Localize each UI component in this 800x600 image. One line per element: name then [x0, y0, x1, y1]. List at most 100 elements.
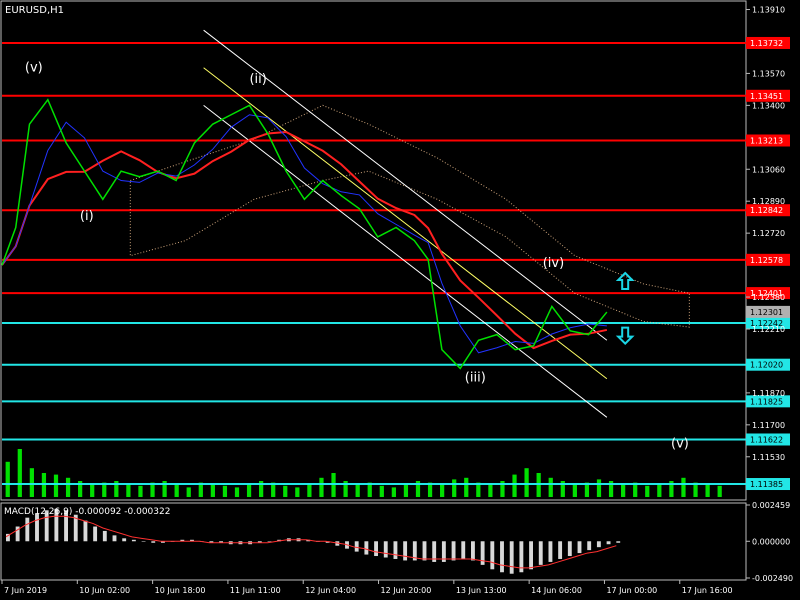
volume-bar [681, 477, 686, 497]
volume-bar [186, 487, 191, 497]
price-tick-label: 1.11700 [752, 421, 785, 430]
resistance-price-label: 1.13213 [750, 137, 783, 146]
macd-histogram-bar [577, 541, 582, 554]
volume-bar [488, 484, 493, 497]
resistance-price-label: 1.13732 [750, 39, 783, 48]
macd-histogram-bar [500, 541, 504, 573]
volume-bar [403, 484, 409, 497]
time-tick-label: 12 Jun 04:00 [305, 586, 356, 595]
macd-histogram-bar [141, 541, 146, 542]
price-tick-label: 1.12890 [752, 197, 785, 206]
volume-bar [464, 477, 469, 497]
macd-histogram-bar [83, 520, 88, 542]
volume-bar [295, 487, 300, 497]
price-tick-label: 1.11870 [752, 389, 785, 398]
volume-bar [379, 485, 384, 497]
macd-histogram-bar [538, 541, 543, 565]
macd-histogram-bar [93, 526, 98, 542]
volume-bar [319, 477, 324, 497]
macd-tick-label: 0.002459 [752, 501, 790, 510]
resistance-price-label: 1.13451 [750, 92, 783, 101]
macd-histogram-bar [35, 513, 39, 542]
volume-bar [705, 484, 710, 497]
price-tick-label: 1.13060 [752, 165, 785, 174]
volume-bar [65, 477, 71, 497]
macd-histogram-bar [616, 541, 621, 543]
macd-histogram-bar [451, 541, 456, 561]
time-tick-label: 11 Jun 11:00 [230, 586, 281, 595]
macd-histogram-bar [558, 541, 563, 559]
volume-bar [222, 485, 228, 497]
macd-label: MACD(12,26,9) -0.000092 -0.000322 [4, 507, 170, 517]
volume-bar [234, 487, 240, 497]
wave-label: (iii) [465, 371, 486, 386]
macd-histogram-bar [383, 541, 388, 558]
time-tick-label: 12 Jun 20:00 [381, 586, 432, 595]
macd-histogram-bar [102, 530, 107, 542]
volume-bar [283, 485, 288, 497]
macd-histogram-bar [112, 535, 117, 542]
support-price-label: 1.12020 [750, 361, 783, 370]
volume-bar [512, 474, 517, 497]
macd-histogram-bar [151, 541, 156, 543]
volume-bar [174, 484, 179, 497]
price-tick-label: 1.12210 [752, 325, 785, 334]
macd-histogram-bar [471, 541, 475, 561]
wave-label: (v) [671, 436, 689, 451]
time-tick-label: 10 Jun 18:00 [155, 586, 206, 595]
support-price-label: 1.11622 [750, 435, 783, 444]
volume-bar [17, 449, 22, 497]
macd-histogram-bar [374, 541, 378, 557]
macd-histogram-bar [548, 541, 553, 562]
volume-bar [246, 484, 252, 497]
volume-bar [391, 487, 396, 497]
price-tick-label: 1.12380 [752, 293, 785, 302]
wave-label: (iv) [543, 256, 564, 271]
time-tick-label: 13 Jun 13:00 [456, 586, 507, 595]
volume-bar [355, 484, 360, 497]
price-tick-label: 1.13570 [752, 69, 785, 78]
wave-label: (i) [80, 209, 94, 224]
wave-label: (v) [25, 61, 43, 76]
wave-label: (ii) [249, 72, 266, 87]
macd-histogram-bar [509, 541, 514, 574]
time-tick-label: 10 Jun 02:00 [79, 586, 130, 595]
support-price-label: 1.11385 [750, 480, 783, 489]
macd-tick-label: -0.002490 [752, 574, 793, 583]
macd-histogram-bar [25, 517, 30, 542]
volume-bar [29, 468, 34, 497]
price-chart[interactable]: 1.137321.134511.132131.128421.125781.124… [0, 0, 800, 600]
resistance-price-label: 1.12842 [750, 206, 783, 215]
volume-bar [452, 479, 457, 497]
macd-histogram-bar [606, 541, 611, 545]
volume-bar [645, 485, 650, 497]
volume-bar [717, 485, 722, 497]
macd-histogram-bar [122, 538, 127, 542]
time-tick-label: 17 Jun 00:00 [606, 586, 657, 595]
volume-bar [572, 484, 577, 497]
macd-histogram-bar [422, 541, 427, 561]
price-tick-label: 1.13910 [752, 6, 785, 15]
price-tick-label: 1.12720 [752, 229, 785, 238]
time-tick-label: 14 Jun 06:00 [531, 586, 582, 595]
macd-histogram-bar [567, 541, 572, 557]
time-tick-label: 17 Jun 16:00 [682, 586, 733, 595]
macd-histogram-bar [364, 541, 369, 555]
support-price-label: 1.11825 [750, 397, 783, 406]
time-tick-label: 7 Jun 2019 [4, 586, 47, 595]
macd-histogram-bar [490, 541, 495, 570]
chart-title: EURUSD,H1 [5, 5, 64, 16]
volume-bar [126, 484, 131, 497]
volume-bar [307, 484, 312, 497]
macd-tick-label: 0.000000 [752, 537, 790, 546]
macd-histogram-bar [529, 541, 533, 570]
volume-bar [440, 484, 445, 497]
current-price-label: 1.12301 [750, 308, 783, 317]
macd-histogram-bar [131, 539, 136, 542]
volume-bar [210, 484, 215, 497]
resistance-price-label: 1.12578 [750, 256, 783, 265]
price-tick-label: 1.13400 [752, 101, 785, 110]
macd-histogram-bar [596, 541, 601, 548]
volume-bar [621, 484, 626, 497]
volume-bar [548, 477, 553, 497]
